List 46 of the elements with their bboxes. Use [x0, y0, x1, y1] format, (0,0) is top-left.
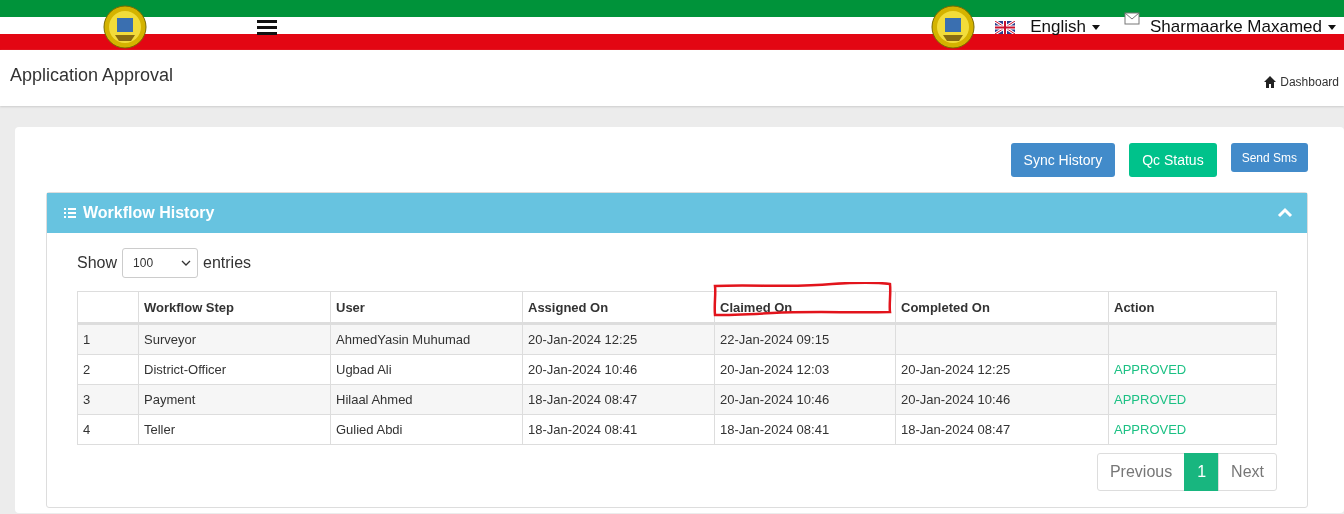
table-cell: 18-Jan-2024 08:47 — [528, 392, 638, 407]
mail-icon[interactable] — [1124, 10, 1141, 26]
list-icon — [64, 208, 76, 218]
menu-icon[interactable] — [257, 19, 277, 35]
action-button[interactable]: Qc Status — [1129, 143, 1217, 177]
table-cell: 1 — [83, 332, 91, 347]
breadcrumb-link[interactable]: Dashboard — [1264, 75, 1339, 89]
status-text: APPROVED — [1114, 422, 1187, 437]
emblem-icon — [103, 5, 147, 49]
table-cell: Teller — [144, 422, 176, 437]
status-text: APPROVED — [1114, 392, 1187, 407]
user-dropdown[interactable]: Sharmaarke Maxamed — [1150, 17, 1336, 37]
table-cell: District-Officer — [144, 362, 227, 377]
action-button[interactable]: Sync History — [1010, 143, 1116, 177]
home-icon — [1264, 76, 1277, 88]
emblem-icon — [931, 5, 976, 49]
status-text: APPROVED — [1114, 362, 1187, 377]
table-cell: 18-Jan-2024 08:41 — [528, 422, 638, 437]
page-title: Application Approval — [10, 65, 174, 87]
table-cell: 18-Jan-2024 08:41 — [720, 422, 830, 437]
table-cell: Payment — [144, 392, 196, 407]
table-cell: 20-Jan-2024 12:03 — [720, 362, 830, 377]
table-cell: 20-Jan-2024 10:46 — [901, 392, 1011, 407]
table-cell: 22-Jan-2024 09:15 — [720, 332, 830, 347]
language-dropdown[interactable]: English — [1030, 17, 1101, 37]
chevron-icon — [181, 260, 192, 266]
entries-label: entries — [203, 254, 252, 272]
action-button[interactable]: Send Sms — [1230, 143, 1308, 172]
entries-select[interactable]: 100 — [122, 248, 199, 278]
table-cell: 20-Jan-2024 10:46 — [720, 392, 830, 407]
table-cell: 20-Jan-2024 12:25 — [901, 362, 1011, 377]
table-cell: 20-Jan-2024 10:46 — [528, 362, 638, 377]
table-cell: 3 — [83, 392, 91, 407]
table-cell: 18-Jan-2024 08:47 — [901, 422, 1011, 437]
table-cell: 4 — [83, 422, 91, 437]
page-button[interactable]: 1 — [1184, 453, 1220, 491]
panel-title: Workflow History — [83, 204, 215, 222]
table-cell: 20-Jan-2024 12:25 — [528, 332, 638, 347]
table-cell: Ugbad Ali — [336, 362, 392, 377]
table-cell: Surveyor — [144, 332, 197, 347]
table-cell: AhmedYasin Muhumad — [336, 332, 471, 347]
show-label: Show — [77, 254, 118, 272]
table-cell: 2 — [83, 362, 91, 377]
table-cell: Hilaal Ahmed — [336, 392, 413, 407]
flag-icon — [995, 20, 1016, 34]
table-cell: Gulied Abdi — [336, 422, 403, 437]
